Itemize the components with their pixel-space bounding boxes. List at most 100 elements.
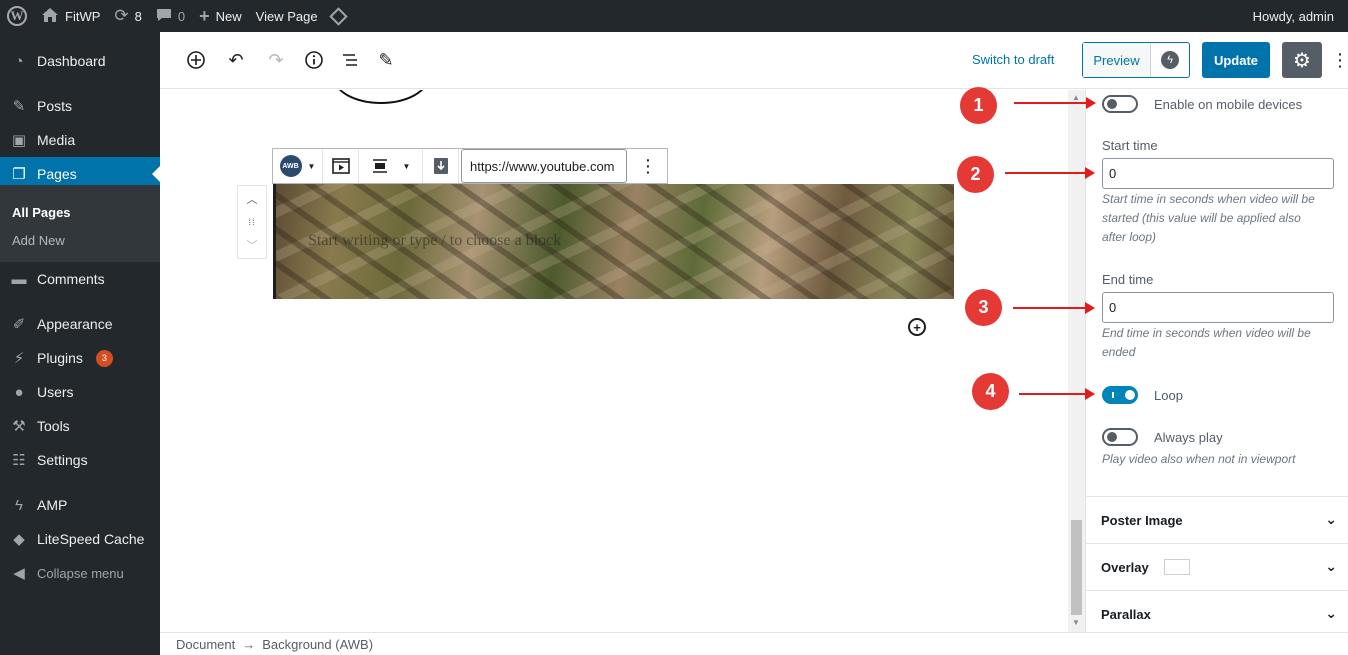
annotation-marker-2: 2 <box>957 156 994 193</box>
sidebar-item-amp[interactable]: ϟ AMP <box>0 488 160 522</box>
block-more-options-icon[interactable]: ⋮ <box>629 149 667 183</box>
litespeed-diamond-icon <box>328 6 348 26</box>
scroll-up-arrow-icon[interactable]: ▲ <box>1072 93 1080 102</box>
updates-count: 8 <box>134 8 142 24</box>
vertical-align-icon <box>433 158 448 174</box>
sidebar-item-dashboard[interactable]: ◔ Dashboard <box>0 44 160 78</box>
decorative-drawing-curve <box>333 90 429 104</box>
update-button[interactable]: Update <box>1202 42 1270 78</box>
undo-icon[interactable]: ↶ <box>224 48 248 72</box>
block-settings-panel: Enable on mobile devices Start time 0 St… <box>1085 90 1348 632</box>
pushpin-icon: ✎ <box>12 98 26 115</box>
sidebar-item-media[interactable]: ▣ Media <box>0 123 160 157</box>
editor-canvas: ︿ ⁞⁞ ﹀ Start writing or type / to choose… <box>160 90 1085 632</box>
add-block-icon[interactable] <box>184 48 208 72</box>
sidebar-item-tools[interactable]: ⚒ Tools <box>0 409 160 443</box>
comment-bubble-icon <box>156 8 172 25</box>
preview-button[interactable]: Preview <box>1083 43 1151 77</box>
annotation-marker-4: 4 <box>972 373 1009 410</box>
sidebar-item-settings[interactable]: ☷ Settings <box>0 443 160 477</box>
paintbrush-icon: ✐ <box>12 316 26 333</box>
annotation-marker-3: 3 <box>965 289 1002 326</box>
block-switcher-button[interactable]: AWB ▼ <box>273 149 323 183</box>
redo-icon[interactable]: ↷ <box>264 48 288 72</box>
settings-gear-icon[interactable]: ⚙ <box>1282 42 1322 78</box>
view-page-link[interactable]: View Page <box>249 0 325 32</box>
sidebar-item-label: Appearance <box>37 316 113 332</box>
info-icon[interactable] <box>302 48 326 72</box>
always-play-label: Always play <box>1154 430 1223 445</box>
plus-icon: + <box>199 5 210 26</box>
updates-link[interactable]: ⟳ 8 <box>107 0 148 32</box>
block-placeholder[interactable]: Start writing or type / to choose a bloc… <box>308 232 561 250</box>
overlay-color-swatch[interactable] <box>1163 559 1190 575</box>
new-content-link[interactable]: + New <box>192 0 249 32</box>
site-name: FitWP <box>65 8 101 24</box>
wp-logo-menu[interactable]: W <box>0 0 34 32</box>
sidebar-item-label: LiteSpeed Cache <box>37 531 145 547</box>
sidebar-item-label: Plugins <box>37 350 83 366</box>
move-down-icon[interactable]: ﹀ <box>247 237 258 253</box>
sidebar-item-posts[interactable]: ✎ Posts <box>0 89 160 123</box>
annotation-marker-1: 1 <box>960 87 997 124</box>
litespeed-adminbar-link[interactable] <box>325 0 352 32</box>
sidebar-item-label: Users <box>37 384 74 400</box>
new-label: New <box>215 8 242 24</box>
sidebar-item-users[interactable]: ● Users <box>0 375 160 409</box>
end-time-input[interactable]: 0 <box>1102 292 1334 323</box>
submenu-add-new[interactable]: Add New <box>12 233 65 248</box>
annotation-arrow-4 <box>1019 388 1095 400</box>
chevron-down-icon: ⌄ <box>1325 558 1337 574</box>
sidebar-item-label: AMP <box>37 497 68 513</box>
my-account-link[interactable]: Howdy, admin <box>1246 0 1348 32</box>
toggle-knob <box>1107 99 1117 109</box>
poster-image-section[interactable]: Poster Image ⌄ <box>1086 496 1348 543</box>
overlay-section[interactable]: Overlay ⌄ <box>1086 543 1348 590</box>
always-play-toggle[interactable] <box>1102 428 1138 446</box>
video-url-input[interactable]: https://www.youtube.com <box>461 149 627 183</box>
parallax-section[interactable]: Parallax ⌄ <box>1086 590 1348 637</box>
collapse-menu-label: Collapse menu <box>37 565 124 581</box>
vertical-align-button[interactable] <box>423 149 459 183</box>
edit-pencil-icon[interactable]: ✎ <box>374 48 398 72</box>
sidebar-item-litespeed[interactable]: ◆ LiteSpeed Cache <box>0 522 160 556</box>
scroll-down-arrow-icon[interactable]: ▼ <box>1072 618 1080 627</box>
align-center-icon <box>372 159 387 173</box>
enable-mobile-toggle[interactable] <box>1102 95 1138 113</box>
alignment-button[interactable]: ▼ <box>359 149 423 183</box>
sidebar-item-label: Posts <box>37 98 73 114</box>
section-title: Poster Image <box>1101 512 1183 528</box>
submenu-all-pages[interactable]: All Pages <box>12 205 71 220</box>
site-name-link[interactable]: FitWP <box>34 0 107 32</box>
settings-sliders-icon: ☷ <box>12 452 26 469</box>
awb-video-background[interactable]: Start writing or type / to choose a bloc… <box>273 184 954 299</box>
breadcrumb-current[interactable]: Background (AWB) <box>262 637 373 652</box>
collapse-menu-button[interactable]: ◀ Collapse menu <box>0 556 160 590</box>
start-time-input[interactable]: 0 <box>1102 158 1334 189</box>
admin-bar: W FitWP ⟳ 8 0 + New View Page Howdy, adm… <box>0 0 1348 32</box>
more-options-icon[interactable]: ⋮ <box>1331 48 1348 72</box>
section-title: Overlay <box>1101 559 1149 575</box>
drag-handle-icon[interactable]: ⁞⁞ <box>248 217 255 227</box>
comments-link[interactable]: 0 <box>149 0 192 32</box>
sidebar-item-comments[interactable]: ▬ Comments <box>0 262 160 296</box>
comments-count: 0 <box>177 8 186 24</box>
move-up-icon[interactable]: ︿ <box>247 191 258 207</box>
switch-to-draft-button[interactable]: Switch to draft <box>972 52 1054 67</box>
sidebar-item-appearance[interactable]: ✐ Appearance <box>0 307 160 341</box>
sidebar-item-label: Media <box>37 132 76 148</box>
amp-preview-button[interactable]: ϟ <box>1151 43 1189 77</box>
sidebar-item-plugins[interactable]: ⚡ Plugins 3 <box>0 341 160 375</box>
always-play-help: Play video also when not in viewport <box>1102 452 1296 466</box>
howdy-text: Howdy, admin <box>1252 8 1334 24</box>
chevron-down-icon: ⌄ <box>1325 605 1337 621</box>
preview-button-group: Preview ϟ <box>1082 42 1190 78</box>
breadcrumb-document[interactable]: Document <box>176 637 235 652</box>
video-type-button[interactable] <box>323 149 359 183</box>
block-inserter-plus-icon[interactable]: + <box>908 318 926 336</box>
pages-icon: ❐ <box>12 166 26 183</box>
block-navigation-icon[interactable] <box>338 48 362 72</box>
users-icon: ● <box>14 383 24 401</box>
scrollbar-thumb[interactable] <box>1071 520 1082 615</box>
loop-toggle[interactable] <box>1102 386 1138 404</box>
